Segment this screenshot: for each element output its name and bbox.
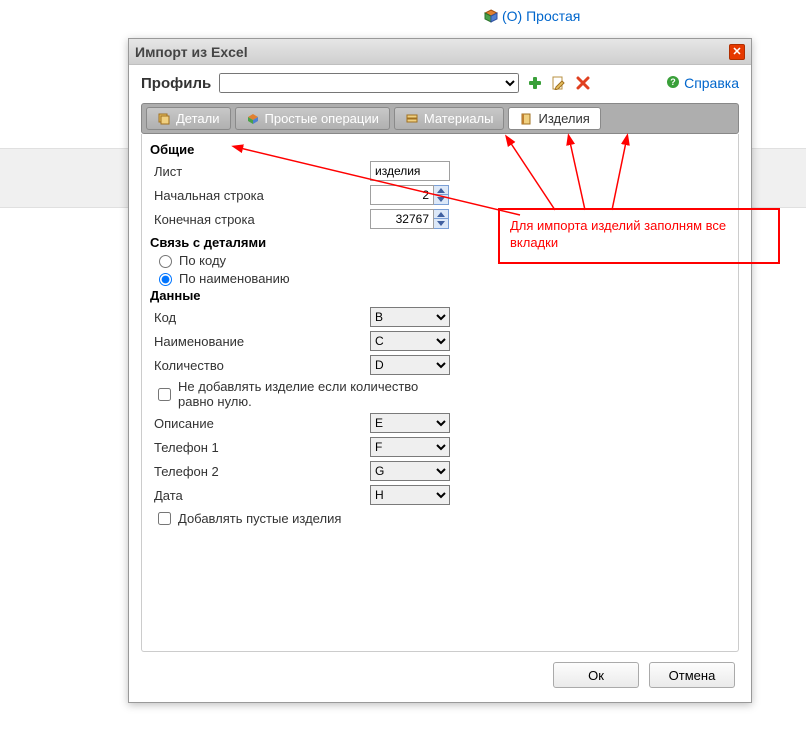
by-code-radio[interactable] xyxy=(159,255,172,268)
spin-down-icon[interactable] xyxy=(434,195,448,204)
profile-select[interactable] xyxy=(219,73,519,93)
svg-text:?: ? xyxy=(670,77,676,87)
start-row-input[interactable] xyxy=(370,185,434,205)
sheets-icon xyxy=(405,112,419,126)
add-empty-checkbox[interactable] xyxy=(158,512,171,525)
by-name-radio[interactable] xyxy=(159,273,172,286)
delete-icon[interactable] xyxy=(575,75,591,91)
book-icon xyxy=(519,112,533,126)
phone2-select[interactable]: G xyxy=(370,461,450,481)
cube-icon xyxy=(484,9,498,23)
help-label: Справка xyxy=(684,75,739,91)
name-label: Наименование xyxy=(150,334,370,349)
top-nav-link[interactable]: (О) Простая xyxy=(484,8,580,24)
spin-up-icon[interactable] xyxy=(434,186,448,195)
dialog-titlebar: Импорт из Excel ✕ xyxy=(129,39,751,65)
phone2-label: Телефон 2 xyxy=(150,464,370,479)
close-icon[interactable]: ✕ xyxy=(729,44,745,60)
phone1-select[interactable]: F xyxy=(370,437,450,457)
tab-label: Материалы xyxy=(424,111,494,126)
phone1-label: Телефон 1 xyxy=(150,440,370,455)
annotation-text: Для импорта изделий заполням все вкладки xyxy=(510,218,726,250)
top-nav-label: (О) Простая xyxy=(502,8,580,24)
tab-materials[interactable]: Материалы xyxy=(394,107,505,130)
spin-down-icon[interactable] xyxy=(434,219,448,228)
tab-label: Детали xyxy=(176,111,220,126)
start-row-label: Начальная строка xyxy=(150,188,370,203)
profile-label: Профиль xyxy=(141,75,211,92)
ok-button[interactable]: Ок xyxy=(553,662,639,688)
end-row-label: Конечная строка xyxy=(150,212,370,227)
tabs-bar: Детали Простые операции Материалы Издели… xyxy=(141,103,739,134)
dialog-buttons: Ок Отмена xyxy=(141,652,739,690)
import-dialog: Импорт из Excel ✕ Профиль ? Справка xyxy=(128,38,752,703)
name-select[interactable]: C xyxy=(370,331,450,351)
sheet-input[interactable] xyxy=(370,161,450,181)
add-icon[interactable] xyxy=(527,75,543,91)
tab-label: Изделия xyxy=(538,111,589,126)
qty-select[interactable]: D xyxy=(370,355,450,375)
stack-icon xyxy=(157,112,171,126)
code-label: Код xyxy=(150,310,370,325)
cube-small-icon xyxy=(246,112,260,126)
skip-zero-label: Не добавлять изделие если количество рав… xyxy=(178,379,438,409)
tab-operations[interactable]: Простые операции xyxy=(235,107,390,130)
tab-label: Простые операции xyxy=(265,111,379,126)
desc-label: Описание xyxy=(150,416,370,431)
date-label: Дата xyxy=(150,488,370,503)
by-name-label: По наименованию xyxy=(179,271,290,286)
dialog-title: Импорт из Excel xyxy=(135,44,248,60)
cancel-button[interactable]: Отмена xyxy=(649,662,735,688)
sheet-label: Лист xyxy=(150,164,370,179)
tab-products[interactable]: Изделия xyxy=(508,107,600,130)
qty-label: Количество xyxy=(150,358,370,373)
edit-icon[interactable] xyxy=(551,75,567,91)
tab-details[interactable]: Детали xyxy=(146,107,231,130)
section-common: Общие xyxy=(150,142,730,157)
add-empty-label: Добавлять пустые изделия xyxy=(178,511,341,526)
code-select[interactable]: B xyxy=(370,307,450,327)
date-select[interactable]: H xyxy=(370,485,450,505)
end-row-input[interactable] xyxy=(370,209,434,229)
annotation-callout: Для импорта изделий заполням все вкладки xyxy=(498,208,780,264)
help-link[interactable]: ? Справка xyxy=(666,75,739,92)
section-data: Данные xyxy=(150,288,730,303)
help-icon: ? xyxy=(666,75,680,92)
skip-zero-checkbox[interactable] xyxy=(158,388,171,401)
desc-select[interactable]: E xyxy=(370,413,450,433)
by-code-label: По коду xyxy=(179,253,226,268)
spin-up-icon[interactable] xyxy=(434,210,448,219)
